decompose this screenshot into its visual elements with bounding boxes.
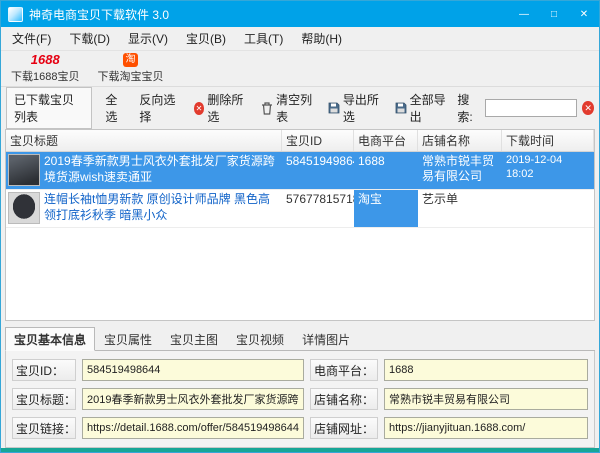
download-1688-button[interactable]: 1688 下载1688宝贝 — [3, 52, 87, 85]
clear-list-label: 清空列表 — [276, 91, 314, 125]
download-taobao-label: 下载淘宝宝贝 — [97, 68, 163, 84]
save-all-icon — [395, 102, 407, 114]
download-time-cell — [502, 190, 594, 227]
title-cell: 连帽长袖t恤男新款 原创设计师品牌 黑色高领打底衫秋季 暗黑小众 — [6, 190, 282, 227]
table-row[interactable]: 2019春季新款男士风衣外套批发厂家货源跨境货源wish速卖通亚 5845194… — [6, 152, 594, 190]
main-toolbar: 1688 下载1688宝贝 淘 下载淘宝宝贝 — [1, 51, 599, 87]
platform-cell: 1688 — [354, 152, 418, 189]
table-header: 宝贝标题 宝贝ID 电商平台 店铺名称 下载时间 — [6, 130, 594, 152]
delete-selected-label: 删除所选 — [207, 91, 247, 125]
close-button[interactable]: ✕ — [569, 1, 599, 27]
product-id-field[interactable] — [82, 359, 304, 381]
shop-name-cell: 艺示单 — [418, 190, 502, 227]
column-header-title[interactable]: 宝贝标题 — [6, 130, 282, 151]
title-bar[interactable]: 神奇电商宝贝下载软件 3.0 — □ ✕ — [1, 1, 599, 27]
shop-url-label: 店铺网址： — [310, 417, 378, 439]
title-cell: 2019春季新款男士风衣外套批发厂家货源跨境货源wish速卖通亚 — [6, 152, 282, 189]
product-table: 宝贝标题 宝贝ID 电商平台 店铺名称 下载时间 2019春季新款男士风衣外套批… — [5, 129, 595, 321]
product-thumbnail — [8, 154, 40, 186]
export-all-button[interactable]: 全部导出 — [389, 88, 454, 128]
app-icon — [8, 7, 23, 22]
select-all-button[interactable]: 全选 — [99, 88, 131, 128]
delete-selected-button[interactable]: ✕ 删除所选 — [188, 88, 254, 128]
list-toolbar: 已下载宝贝列表 全选 反向选择 ✕ 删除所选 清空列表 导出所选 全部导出 搜索… — [1, 87, 599, 129]
menu-help[interactable]: 帮助(H) — [292, 27, 351, 50]
taobao-logo-icon: 淘 — [123, 53, 138, 67]
menu-view[interactable]: 显示(V) — [119, 27, 177, 50]
table-row[interactable]: 连帽长袖t恤男新款 原创设计师品牌 黑色高领打底衫秋季 暗黑小众 5767781… — [6, 190, 594, 228]
menu-product[interactable]: 宝贝(B) — [177, 27, 235, 50]
downloaded-list-tab[interactable]: 已下载宝贝列表 — [6, 87, 92, 129]
product-title-label: 宝贝标题： — [12, 388, 76, 410]
product-title-field[interactable] — [82, 388, 304, 410]
detail-tabs: 宝贝基本信息 宝贝属性 宝贝主图 宝贝视频 详情图片 — [5, 327, 595, 351]
tab-detail-images[interactable]: 详情图片 — [293, 327, 359, 350]
window-controls: — □ ✕ — [509, 1, 599, 27]
shop-name-field[interactable] — [384, 388, 588, 410]
clear-list-button[interactable]: 清空列表 — [255, 88, 320, 128]
save-icon — [328, 102, 340, 114]
detail-panel: 宝贝ID： 电商平台： 宝贝标题： 店铺名称： 宝贝链接： 店铺网址： — [5, 351, 595, 448]
product-link-label: 宝贝链接： — [12, 417, 76, 439]
product-thumbnail — [8, 192, 40, 224]
download-time-cell: 2019-12-04 18:02 — [502, 152, 594, 189]
delete-icon: ✕ — [194, 102, 205, 115]
menu-tools[interactable]: 工具(T) — [235, 27, 292, 50]
invert-selection-button[interactable]: 反向选择 — [133, 88, 185, 128]
tab-video[interactable]: 宝贝视频 — [227, 327, 293, 350]
product-link-field[interactable] — [82, 417, 304, 439]
product-id-cell: 584519498644 — [282, 152, 354, 189]
minimize-button[interactable]: — — [509, 1, 539, 27]
export-all-label: 全部导出 — [410, 91, 448, 125]
platform-label: 电商平台： — [310, 359, 378, 381]
app-window: 神奇电商宝贝下载软件 3.0 — □ ✕ 文件(F) 下载(D) 显示(V) 宝… — [0, 0, 600, 453]
platform-cell: 淘宝 — [354, 190, 418, 227]
product-id-cell: 576778157186 — [282, 190, 354, 227]
clear-search-icon[interactable]: ✕ — [582, 101, 594, 115]
product-title: 2019春季新款男士风衣外套批发厂家货源跨境货源wish速卖通亚 — [44, 154, 280, 187]
shop-name-cell: 常熟市锐丰贸易有限公司 — [418, 152, 502, 189]
maximize-button[interactable]: □ — [539, 1, 569, 27]
window-title: 神奇电商宝贝下载软件 3.0 — [29, 6, 169, 23]
status-bar: 神奇电商宝贝下载软件 3.0 | 如果您对本软件有定制修改需求， 欢迎点击这里联… — [1, 448, 599, 453]
trash-icon — [261, 102, 273, 115]
column-header-time[interactable]: 下载时间 — [502, 130, 594, 151]
tab-attributes[interactable]: 宝贝属性 — [95, 327, 161, 350]
menu-download[interactable]: 下载(D) — [60, 27, 119, 50]
tab-basic-info[interactable]: 宝贝基本信息 — [5, 327, 95, 351]
column-header-id[interactable]: 宝贝ID — [282, 130, 354, 151]
menu-file[interactable]: 文件(F) — [3, 27, 60, 50]
export-selected-button[interactable]: 导出所选 — [322, 88, 387, 128]
search-label: 搜索: — [457, 91, 480, 125]
column-header-shop[interactable]: 店铺名称 — [418, 130, 502, 151]
shop-url-field[interactable] — [384, 417, 588, 439]
platform-field[interactable] — [384, 359, 588, 381]
download-taobao-button[interactable]: 淘 下载淘宝宝贝 — [89, 52, 171, 85]
shop-name-label: 店铺名称： — [310, 388, 378, 410]
download-1688-label: 下载1688宝贝 — [11, 68, 79, 84]
export-selected-label: 导出所选 — [343, 91, 381, 125]
tab-main-images[interactable]: 宝贝主图 — [161, 327, 227, 350]
product-title: 连帽长袖t恤男新款 原创设计师品牌 黑色高领打底衫秋季 暗黑小众 — [44, 192, 280, 225]
menu-bar: 文件(F) 下载(D) 显示(V) 宝贝(B) 工具(T) 帮助(H) — [1, 27, 599, 51]
column-header-platform[interactable]: 电商平台 — [354, 130, 418, 151]
search-input[interactable] — [485, 99, 577, 117]
product-id-label: 宝贝ID： — [12, 359, 76, 381]
1688-logo-icon: 1688 — [31, 53, 60, 67]
